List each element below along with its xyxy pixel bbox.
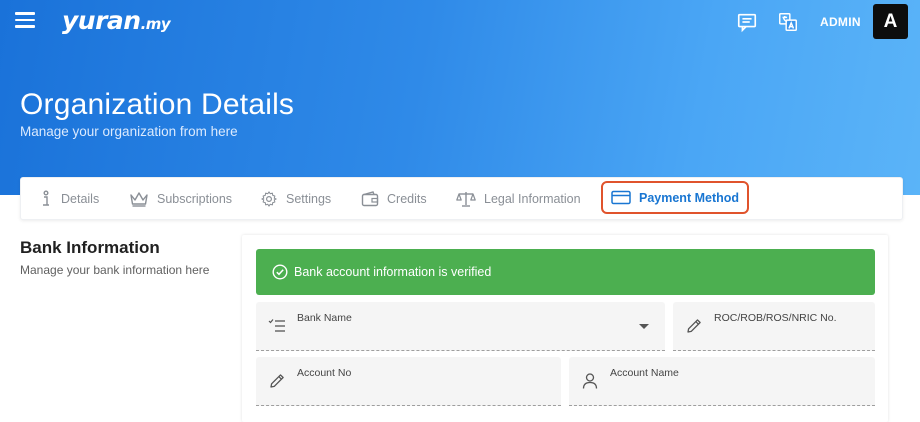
avatar[interactable]: A	[873, 4, 908, 39]
page-subtitle: Manage your organization from here	[20, 124, 238, 139]
account-name-label: Account Name	[610, 367, 679, 379]
tab-bar: Details Subscriptions Settings Credits L…	[20, 177, 903, 220]
tab-payment-method[interactable]: Payment Method	[601, 181, 750, 214]
bank-name-select[interactable]: Bank Name	[256, 302, 665, 351]
verified-alert: Bank account information is verified	[256, 249, 875, 295]
account-no-field[interactable]: Account No	[256, 357, 561, 406]
chat-icon[interactable]	[736, 11, 758, 33]
tab-subscriptions[interactable]: Subscriptions	[129, 178, 232, 219]
wallet-icon	[361, 190, 379, 206]
logo-tld-text: .my	[140, 15, 171, 33]
pencil-icon	[687, 319, 701, 333]
info-icon	[43, 190, 49, 206]
top-navbar: yuran.my ADMIN A	[0, 0, 920, 44]
roc-nric-field[interactable]: ROC/ROB/ROS/NRIC No.	[673, 302, 875, 351]
person-icon	[582, 373, 598, 389]
checklist-icon	[268, 319, 285, 332]
account-no-label: Account No	[297, 367, 352, 379]
scale-icon	[456, 191, 476, 207]
crown-icon	[130, 191, 148, 207]
tab-settings-label: Settings	[286, 191, 332, 206]
tab-legal-information[interactable]: Legal Information	[456, 178, 581, 219]
gear-icon	[261, 190, 277, 207]
section-description: Manage your bank information here	[20, 263, 210, 277]
bank-name-label: Bank Name	[297, 312, 352, 324]
app-logo[interactable]: yuran.my	[62, 6, 171, 35]
pencil-icon	[270, 374, 284, 388]
tab-payment-method-label: Payment Method	[639, 190, 740, 205]
tab-credits[interactable]: Credits	[361, 178, 427, 219]
tab-details[interactable]: Details	[39, 178, 99, 219]
translate-icon[interactable]	[777, 11, 799, 33]
page-title: Organization Details	[20, 88, 295, 121]
roc-nric-label: ROC/ROB/ROS/NRIC No.	[714, 312, 837, 324]
check-circle-icon	[272, 264, 288, 280]
section-title: Bank Information	[20, 238, 160, 257]
credit-card-icon	[611, 190, 631, 205]
logo-main-text: yuran	[62, 6, 141, 35]
tab-credits-label: Credits	[387, 191, 427, 206]
tab-subscriptions-label: Subscriptions	[157, 191, 233, 206]
user-role-label[interactable]: ADMIN	[820, 15, 861, 29]
tab-legal-information-label: Legal Information	[484, 191, 581, 206]
hamburger-menu-icon[interactable]	[15, 12, 35, 30]
chevron-down-icon	[639, 324, 649, 329]
tab-details-label: Details	[61, 191, 100, 206]
verified-alert-message: Bank account information is verified	[294, 265, 492, 279]
account-name-field[interactable]: Account Name	[569, 357, 875, 406]
tab-settings[interactable]: Settings	[260, 178, 331, 219]
